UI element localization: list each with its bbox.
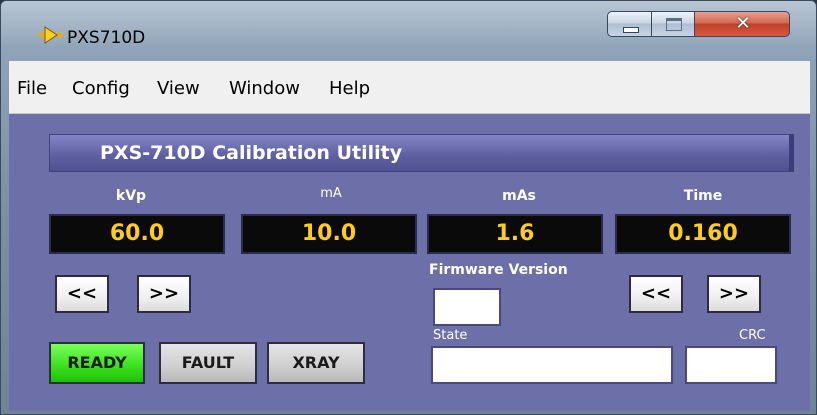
time-label: Time [683, 188, 723, 204]
kvp-increase-button[interactable]: >> [137, 275, 191, 313]
menu-file[interactable]: File [17, 78, 47, 99]
time-display: 0.160 [615, 214, 791, 254]
caption-buttons: ✕ [607, 11, 811, 37]
panel-header: PXS-710D Calibration Utility [49, 134, 794, 172]
mas-label: mAs [502, 188, 536, 204]
menu-help[interactable]: Help [329, 78, 370, 99]
labview-run-arrow-icon [39, 26, 63, 44]
crc-field [685, 346, 777, 384]
front-panel: PXS-710D Calibration Utility kVp mA mAs … [9, 114, 810, 411]
firmware-version-field [433, 288, 501, 326]
menu-view[interactable]: View [157, 78, 200, 99]
mas-display: 1.6 [427, 214, 603, 254]
menu-bar: File Config View Window Help [9, 61, 810, 114]
state-label: State [433, 328, 468, 343]
xray-button[interactable]: XRAY [267, 342, 365, 384]
close-button[interactable]: ✕ [694, 11, 790, 37]
close-icon: ✕ [735, 13, 751, 34]
ready-button[interactable]: READY [49, 342, 145, 384]
minimize-button[interactable] [607, 11, 652, 37]
minimize-icon [623, 27, 639, 33]
crc-label: CRC [739, 328, 766, 343]
ma-display: 10.0 [241, 214, 417, 254]
window-title: PXS710D [67, 28, 146, 48]
kvp-display: 60.0 [49, 214, 225, 254]
time-decrease-button[interactable]: << [629, 275, 683, 313]
maximize-button[interactable] [651, 11, 695, 37]
state-field [431, 346, 673, 384]
kvp-label: kVp [115, 188, 147, 204]
ma-label: mA [320, 186, 342, 201]
menu-config[interactable]: Config [72, 78, 130, 99]
maximize-icon [666, 18, 682, 31]
fault-button[interactable]: FAULT [159, 342, 257, 384]
panel-title: PXS-710D Calibration Utility [100, 142, 403, 164]
app-window: PXS710D ✕ File Config View Window Help P… [0, 0, 817, 415]
firmware-version-label: Firmware Version [429, 262, 568, 278]
client-area: File Config View Window Help PXS-710D Ca… [9, 61, 810, 411]
kvp-decrease-button[interactable]: << [55, 275, 109, 313]
time-increase-button[interactable]: >> [707, 275, 761, 313]
menu-window[interactable]: Window [229, 78, 300, 99]
